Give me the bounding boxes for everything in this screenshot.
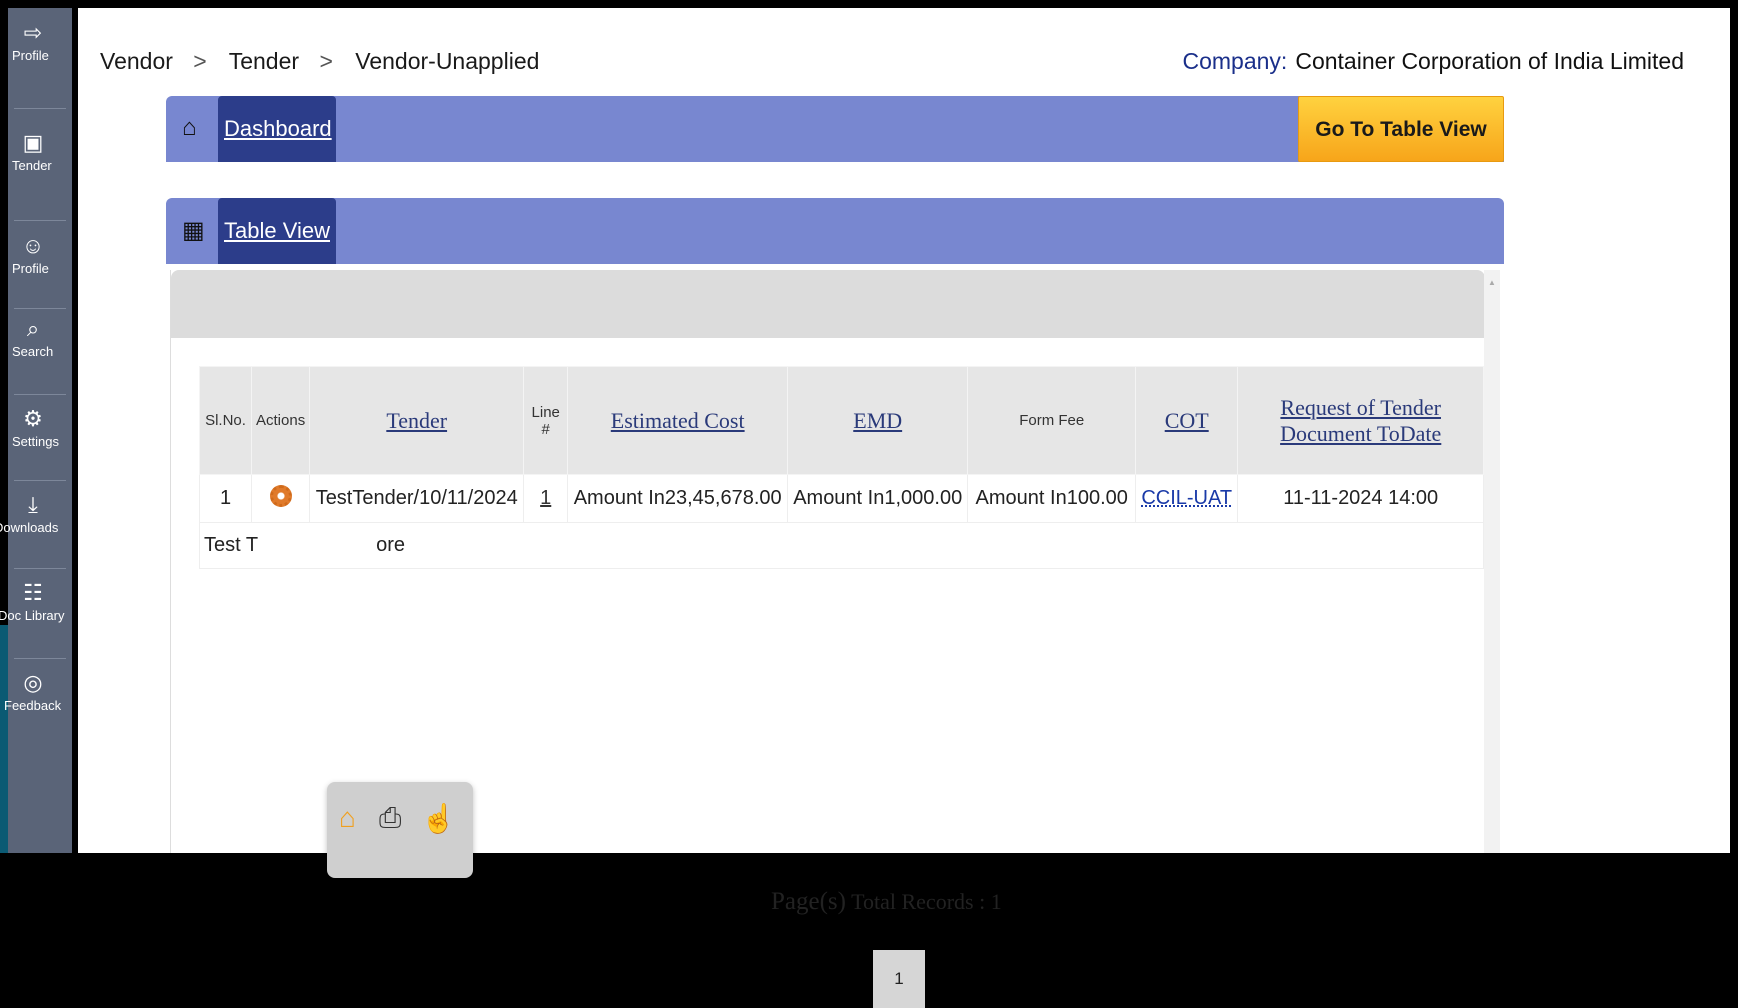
user-profile-icon: ☺: [21, 233, 45, 258]
settings-icon: ⚙: [23, 406, 43, 431]
sidebar-item-profile[interactable]: ⇨ Profile: [8, 20, 72, 63]
home-icon: ⌂: [182, 114, 197, 141]
sidebar-rail: ⇨ Profile ▣ Tender ☺ Profile ⌕ Search ⚙ …: [0, 8, 72, 853]
cell-sl-no: 1: [199, 474, 252, 523]
cell-actions[interactable]: [250, 474, 311, 523]
table-row: 1 TestTender/10/11/2024 1 Amount In23,45…: [199, 474, 1485, 523]
main-content: Vendor > Tender > Vendor-Unapplied Compa…: [78, 8, 1730, 1008]
logout-icon: ⇨: [23, 20, 43, 45]
table-view-bar: ▦ Table View: [166, 198, 1504, 264]
screen-frame: ⇨ Profile ▣ Tender ☺ Profile ⌕ Search ⚙ …: [0, 0, 1738, 1008]
breadcrumb: Vendor > Tender > Vendor-Unapplied: [100, 48, 553, 75]
col-actions: Actions: [250, 366, 311, 475]
sidebar-item-tender[interactable]: ▣ Tender: [8, 130, 72, 173]
col-estimated-cost[interactable]: Estimated Cost: [567, 366, 789, 475]
col-line: Line #: [523, 366, 569, 475]
breadcrumb-separator: >: [193, 48, 207, 74]
sidebar-item-label: Tender: [12, 158, 52, 173]
col-emd[interactable]: EMD: [787, 366, 969, 475]
table-header-row: Sl.No. Actions Tender Line # Estimated C…: [199, 366, 1485, 475]
company-info: Company: Container Corporation of India L…: [1183, 48, 1685, 75]
dashboard-bar: ⌂ Dashboard Go To Table View: [166, 96, 1504, 162]
divider: [14, 394, 66, 395]
description-row: Test T ore: [198, 522, 1485, 569]
divider: [14, 308, 66, 309]
home-icon[interactable]: ⌂: [339, 802, 356, 834]
cell-request-to-date: 11-11-2024 14:00: [1237, 474, 1485, 523]
total-records: Total Records : 1: [851, 889, 1002, 914]
cell-tender: TestTender/10/11/2024: [309, 474, 525, 523]
sidebar-item-feedback[interactable]: ◎ Feedback: [4, 670, 72, 713]
sidebar-item-label: Search: [12, 344, 54, 359]
actions-gear-icon[interactable]: [269, 484, 292, 507]
sidebar-item-search[interactable]: ⌕ Search: [8, 316, 72, 359]
breadcrumb-separator: >: [319, 48, 333, 74]
cell-description: Test T ore: [198, 522, 1485, 569]
tab-table-view[interactable]: ▦ Table View: [166, 198, 336, 264]
print-icon[interactable]: ⎙: [379, 802, 401, 835]
cell-cot-link[interactable]: CCIL-UAT: [1135, 474, 1239, 523]
company-name: Container Corporation of India Limited: [1295, 48, 1684, 74]
sidebar-item-label: Profile: [12, 48, 49, 63]
tab-label: Dashboard: [224, 116, 332, 141]
breadcrumb-item: Vendor-Unapplied: [355, 48, 540, 74]
col-request-to-date[interactable]: Request of Tender Document ToDate: [1237, 366, 1485, 475]
sidebar-item-downloads[interactable]: ⤓ Downloads: [0, 492, 72, 535]
divider: [14, 658, 66, 659]
tender-icon: ▣: [22, 130, 44, 155]
vertical-scrollbar[interactable]: ▲: [1484, 270, 1500, 853]
grid-icon: ▦: [182, 217, 205, 244]
filter-strip: [171, 270, 1485, 338]
records-summary: Page(s) Total Records : 1: [771, 888, 1002, 916]
divider: [14, 220, 66, 221]
breadcrumb-item[interactable]: Tender: [229, 48, 299, 74]
feedback-icon: ◎: [23, 670, 43, 695]
sidebar-item-settings[interactable]: ⚙ Settings: [8, 406, 72, 449]
sidebar-item-label: Downloads: [0, 520, 59, 535]
cell-form-fee: Amount In100.00: [967, 474, 1137, 523]
document-icon: ☷: [23, 580, 43, 605]
tender-table: Sl.No. Actions Tender Line # Estimated C…: [198, 366, 1485, 569]
sidebar-item-label: Settings: [12, 434, 59, 449]
sidebar-item-user-profile[interactable]: ☺ Profile: [8, 233, 72, 276]
go-to-table-view-button[interactable]: Go To Table View: [1298, 96, 1504, 162]
divider: [14, 108, 66, 109]
sidebar-item-label: Feedback: [4, 698, 62, 713]
sidebar-item-label: Doc Library: [0, 608, 65, 623]
more-link[interactable]: ore: [376, 534, 405, 556]
accent-strip: [0, 625, 8, 853]
sidebar-item-doc-library[interactable]: ☷ Doc Library: [0, 580, 72, 623]
cell-emd: Amount In1,000.00: [787, 474, 969, 523]
tab-dashboard[interactable]: ⌂ Dashboard: [166, 96, 336, 162]
pages-label: Page(s): [771, 888, 846, 915]
divider: [14, 480, 66, 481]
description-text: Test T: [204, 534, 259, 556]
tab-label: Table View: [224, 218, 330, 243]
col-sl-no: Sl.No.: [199, 366, 252, 475]
table-panel: ▲ Sl.No. Actions Tender Line # Estimated…: [170, 270, 1500, 1008]
sidebar-item-label: Profile: [12, 261, 49, 276]
col-cot[interactable]: COT: [1135, 366, 1239, 475]
col-form-fee: Form Fee: [967, 366, 1137, 475]
search-icon: ⌕: [26, 316, 40, 341]
page-button[interactable]: 1: [873, 950, 925, 1008]
cell-line[interactable]: 1: [523, 474, 569, 523]
scroll-up-icon[interactable]: ▲: [1488, 278, 1496, 287]
hand-pointer-icon[interactable]: ☝: [421, 802, 456, 835]
actions-popup: ⌂ ⎙ ☝: [327, 782, 473, 878]
breadcrumb-item[interactable]: Vendor: [100, 48, 173, 74]
cell-estimated-cost: Amount In23,45,678.00: [567, 474, 789, 523]
company-label: Company:: [1182, 48, 1288, 74]
download-icon: ⤓: [28, 492, 38, 517]
col-tender[interactable]: Tender: [309, 366, 525, 475]
divider: [14, 568, 66, 569]
